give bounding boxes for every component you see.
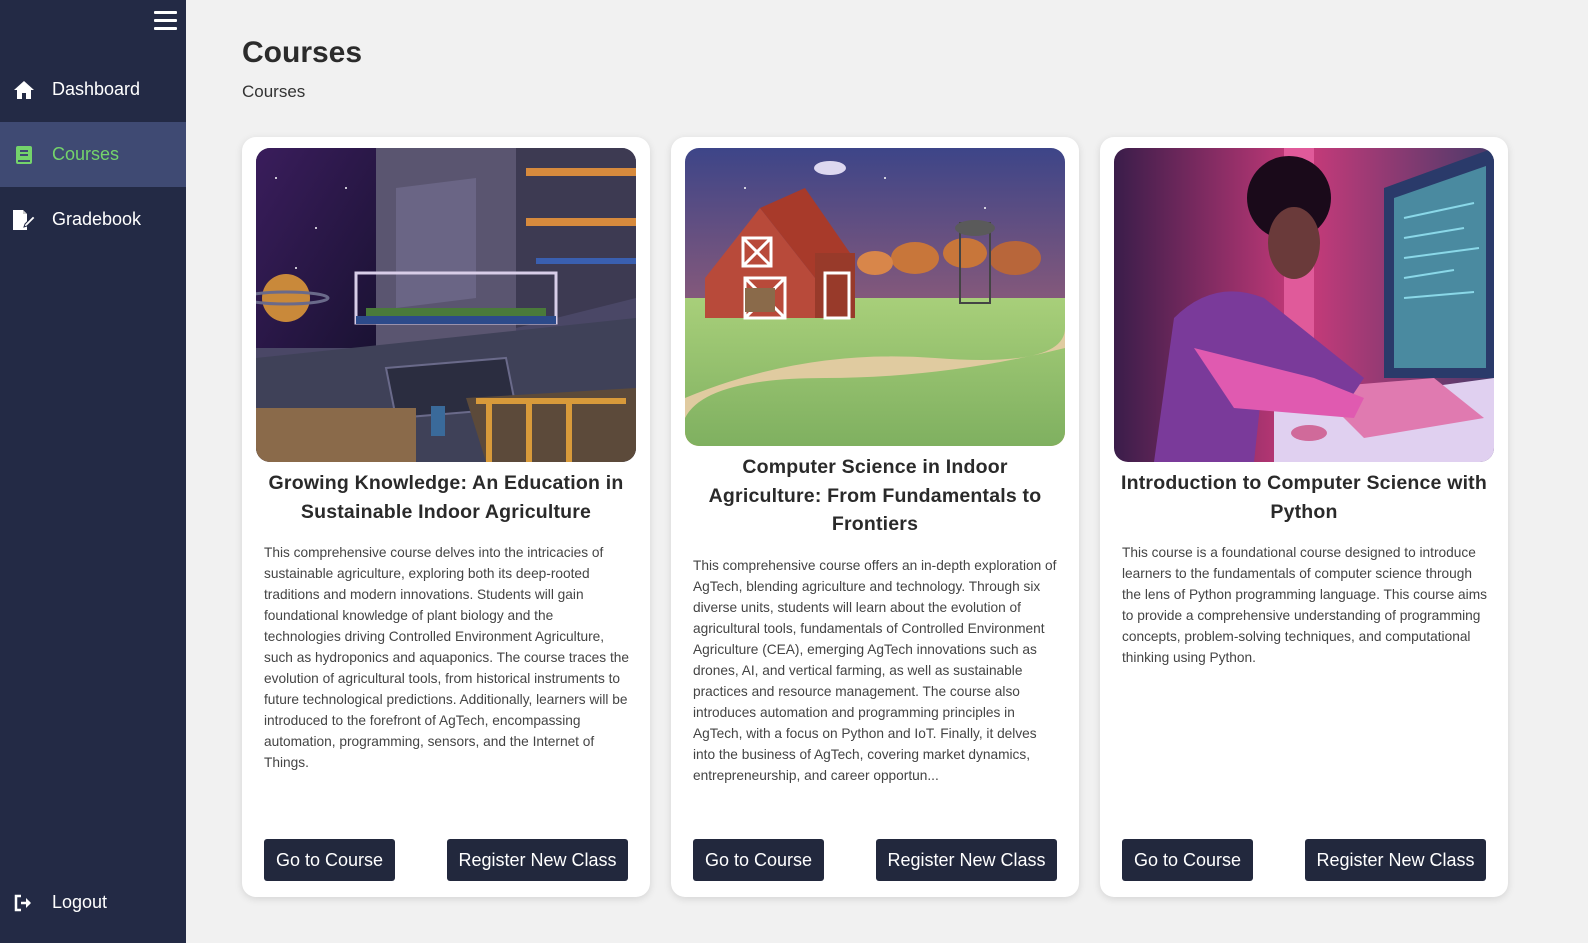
course-card: Computer Science in Indoor Agriculture: … [671, 137, 1079, 897]
course-card: Introduction to Computer Science with Py… [1100, 137, 1508, 897]
course-title: Computer Science in Indoor Agriculture: … [708, 456, 1042, 535]
logout-label: Logout [52, 892, 108, 912]
sidebar-item-courses[interactable]: Courses [0, 122, 186, 187]
file-signature-icon [13, 209, 35, 231]
student-coding-image [1114, 148, 1494, 462]
home-icon [13, 79, 35, 101]
register-new-class-button[interactable]: Register New Class [1305, 839, 1486, 881]
breadcrumb: Courses [242, 82, 306, 101]
go-to-course-button[interactable]: Go to Course [693, 839, 824, 881]
course-description: This comprehensive course delves into th… [264, 545, 629, 770]
sidebar-item-label: Dashboard [52, 79, 141, 99]
page-title: Courses [242, 36, 363, 69]
course-description: This comprehensive course offers an in-d… [693, 558, 1057, 783]
sidebar-item-label: Gradebook [52, 209, 142, 229]
go-to-course-button[interactable]: Go to Course [1122, 839, 1253, 881]
sidebar: Dashboard Courses Gradebook Logout [0, 0, 186, 943]
course-description: This course is a foundational course des… [1122, 545, 1487, 665]
register-new-class-button[interactable]: Register New Class [876, 839, 1057, 881]
space-station-hydroponics-image [256, 148, 636, 462]
sidebar-item-dashboard[interactable]: Dashboard [0, 57, 186, 122]
course-title: Introduction to Computer Science with Py… [1121, 472, 1487, 523]
course-card: Growing Knowledge: An Education in Susta… [242, 137, 650, 897]
logout-button[interactable]: Logout [0, 870, 186, 935]
course-title: Growing Knowledge: An Education in Susta… [268, 472, 624, 523]
go-to-course-button[interactable]: Go to Course [264, 839, 395, 881]
hamburger-menu-icon[interactable] [154, 11, 177, 33]
sign-out-icon [13, 892, 35, 914]
sidebar-item-label: Courses [52, 144, 120, 164]
sidebar-item-gradebook[interactable]: Gradebook [0, 187, 186, 252]
register-new-class-button[interactable]: Register New Class [447, 839, 628, 881]
farm-barn-image [685, 148, 1065, 446]
book-icon [13, 144, 35, 166]
main-content: Courses Courses Growing Knowledge: An Ed… [186, 0, 1588, 943]
